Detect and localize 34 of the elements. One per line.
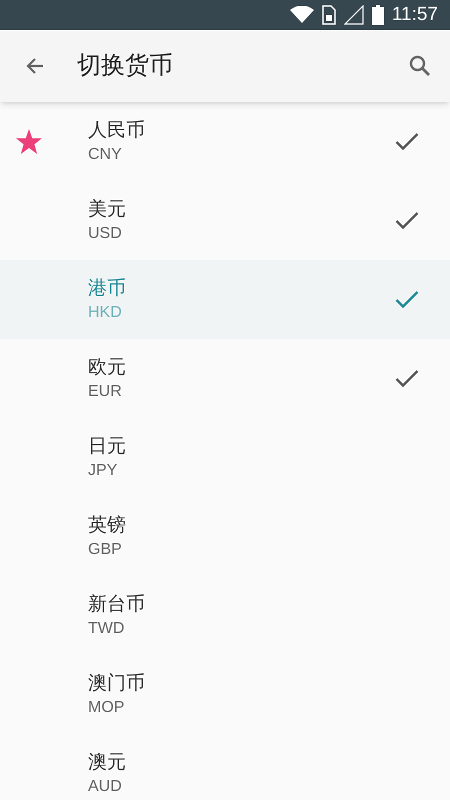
currency-code: AUD bbox=[88, 776, 123, 796]
currency-name: 美元 bbox=[88, 198, 127, 222]
currency-code: GBP bbox=[88, 540, 123, 560]
currency-row[interactable]: 英镑 GBP bbox=[0, 497, 450, 576]
currency-code: JPY bbox=[88, 460, 118, 480]
search-icon bbox=[408, 54, 432, 78]
battery-icon bbox=[372, 5, 384, 25]
currency-name: 新台币 bbox=[88, 592, 146, 616]
currency-row[interactable]: 澳门币 MOP bbox=[0, 655, 450, 734]
currency-code: HKD bbox=[88, 302, 123, 322]
currency-row[interactable]: 港币 HKD bbox=[0, 260, 450, 339]
currency-row[interactable]: 新台币 TWD bbox=[0, 576, 450, 655]
wifi-icon bbox=[290, 6, 314, 24]
currency-name: 人民币 bbox=[88, 118, 146, 142]
currency-code: USD bbox=[88, 224, 123, 244]
currency-name: 港币 bbox=[88, 276, 127, 300]
currency-name: 日元 bbox=[88, 434, 127, 458]
currency-row[interactable]: 人民币 CNY bbox=[0, 102, 450, 181]
currency-name: 澳元 bbox=[88, 750, 127, 774]
currency-code: TWD bbox=[88, 618, 126, 638]
currency-code: CNY bbox=[88, 144, 123, 164]
currency-code: EUR bbox=[88, 382, 123, 402]
currency-row[interactable]: 欧元 EUR bbox=[0, 339, 450, 418]
currency-name: 欧元 bbox=[88, 356, 127, 380]
currency-name: 英镑 bbox=[88, 514, 127, 538]
currency-row[interactable]: 日元 JPY bbox=[0, 418, 450, 497]
currency-row[interactable]: 美元 USD bbox=[0, 181, 450, 260]
signal-icon bbox=[344, 5, 364, 25]
sim-card-icon bbox=[322, 5, 336, 25]
currency-code: MOP bbox=[88, 698, 126, 718]
status-time: 11:57 bbox=[392, 2, 438, 27]
toolbar-title: 切换货币 bbox=[77, 51, 174, 81]
currency-name: 澳门币 bbox=[88, 672, 146, 696]
currency-row[interactable]: 澳元 AUD bbox=[0, 734, 450, 800]
